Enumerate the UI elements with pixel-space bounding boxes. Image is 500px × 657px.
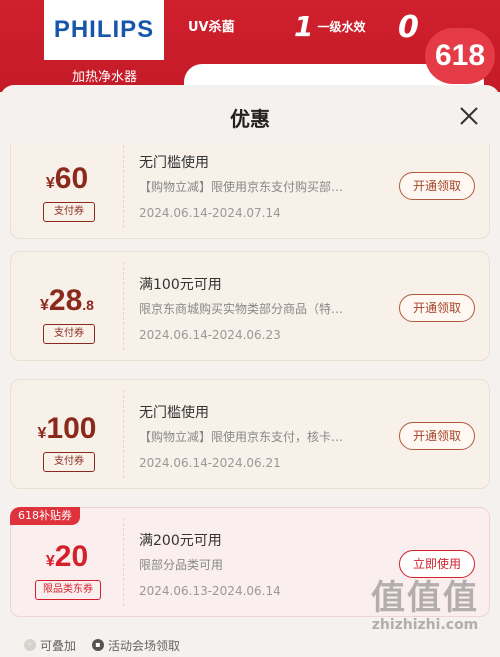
claim-button[interactable]: 开通领取: [399, 422, 475, 450]
promo-618-badge: 618: [425, 28, 495, 84]
zero-badge: 0: [398, 10, 419, 45]
coupon-divider: [123, 518, 124, 606]
legend-venue: ▪ 活动会场领取: [92, 637, 180, 654]
water-badge-text: 一级水效: [317, 20, 366, 34]
product-name: 加热净水器: [72, 70, 138, 85]
coupon-description: 【购物立减】限使用京东支付，核卡…: [139, 430, 344, 444]
stackable-icon: ◦: [24, 639, 36, 651]
coupon-card: ¥100 支付券 无门槛使用 【购物立减】限使用京东支付，核卡… 2024.06…: [10, 379, 490, 489]
coupon-dates: 2024.06.14-2024.06.23: [139, 328, 281, 342]
coupon-amount: ¥60: [11, 162, 123, 196]
coupon-type-tag: 限品类东券: [35, 580, 101, 600]
coupon-divider: [123, 262, 124, 350]
venue-icon: ▪: [92, 639, 105, 651]
coupon-condition: 无门槛使用: [139, 405, 209, 421]
watermark-glyphs: 值值值: [371, 578, 479, 618]
amount-value: 100: [46, 412, 97, 445]
coupon-type-tag: 支付券: [43, 324, 95, 344]
watermark-url: zhizhizhi.com: [371, 617, 479, 633]
close-button[interactable]: [454, 101, 484, 131]
amount-value: 28: [48, 284, 83, 317]
product-banner: PHILIPS 加热净水器 UV杀菌 1 一级水效 0 618: [0, 0, 500, 92]
coupon-dates: 2024.06.14-2024.07.14: [139, 206, 281, 220]
coupon-type-tag: 支付券: [43, 202, 95, 222]
coupon-divider: [123, 390, 124, 478]
coupon-condition: 满100元可用: [139, 277, 222, 293]
uv-badge: UV杀菌: [188, 20, 235, 35]
close-icon: [460, 107, 478, 125]
coupon-type-tag: 支付券: [43, 452, 95, 472]
coupon-description: 限京东商城购买实物类部分商品（特…: [139, 302, 344, 316]
claim-button[interactable]: 开通领取: [399, 294, 475, 322]
currency-symbol: ¥: [45, 553, 55, 570]
legend-venue-label: 活动会场领取: [108, 638, 181, 653]
coupon-card: ¥60 支付券 无门槛使用 【购物立减】限使用京东支付购买部… 2024.06.…: [10, 143, 490, 239]
legend-stackable: ◦ 可叠加: [24, 637, 76, 654]
coupon-condition: 无门槛使用: [139, 155, 209, 171]
coupon-ribbon: 618补贴券: [10, 507, 80, 525]
sheet-title: 优惠: [230, 107, 270, 131]
claim-button[interactable]: 开通领取: [399, 172, 475, 200]
currency-symbol: ¥: [45, 175, 55, 192]
site-watermark: 值值值 zhizhizhi.com: [350, 570, 500, 633]
amount-value: 20: [54, 540, 89, 573]
amount-value: 60: [54, 162, 89, 195]
coupon-card: ¥28.8 支付券 满100元可用 限京东商城购买实物类部分商品（特… 2024…: [10, 251, 490, 361]
amount-decimal: .8: [82, 297, 94, 313]
currency-symbol: ¥: [40, 297, 49, 314]
water-efficiency-badge: 1 一级水效: [294, 10, 366, 43]
brand-logo: PHILIPS: [44, 0, 164, 60]
coupon-condition: 满200元可用: [139, 533, 222, 549]
brand-logo-text: PHILIPS: [53, 16, 155, 43]
coupon-divider: [123, 143, 124, 228]
coupon-description: 【购物立减】限使用京东支付购买部…: [139, 180, 344, 194]
coupon-amount: ¥20: [11, 540, 123, 574]
coupon-dates: 2024.06.14-2024.06.21: [139, 456, 281, 470]
coupon-list[interactable]: ¥60 支付券 无门槛使用 【购物立减】限使用京东支付购买部… 2024.06.…: [0, 143, 500, 625]
coupon-dates: 2024.06.13-2024.06.14: [139, 584, 281, 598]
legend-footer: ◦ 可叠加 ▪ 活动会场领取: [0, 630, 500, 657]
coupon-amount: ¥100: [11, 412, 123, 446]
legend-stackable-label: 可叠加: [40, 638, 77, 653]
water-badge-number: 1: [294, 10, 314, 43]
coupon-amount: ¥28.8: [11, 284, 123, 318]
